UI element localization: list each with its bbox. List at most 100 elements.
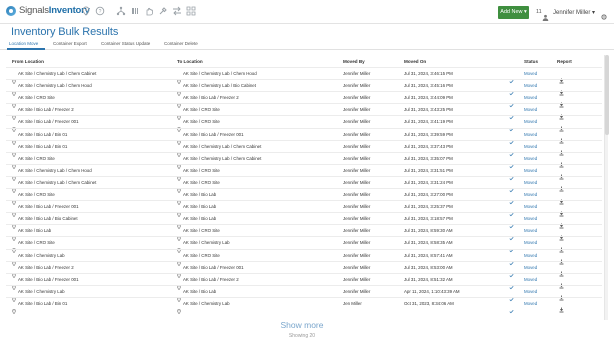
tab-location-move[interactable]: Location Move (9, 41, 38, 46)
moved-on: Jul 31, 2024, 3:27:00 PM (404, 192, 453, 197)
hand-icon[interactable] (144, 6, 154, 16)
table-row[interactable]: AK Site / Bio Lab / Freezer 2 AK Site / C… (6, 103, 602, 121)
check-icon (509, 83, 514, 96)
table-row[interactable]: AK Site / Chemistry Lab / Chem Hood AK Si… (6, 163, 602, 181)
location-icon[interactable] (81, 6, 91, 16)
tab-container-status-update[interactable]: Container Status Update (101, 41, 150, 46)
status-moved: Moved (524, 95, 538, 101)
moved-by: Jennifer Miller (343, 155, 371, 161)
moved-on: Jul 31, 2024, 3:35:07 PM (404, 155, 453, 161)
table-row[interactable]: AK Site / CRO Site AK Site / Bio Lab / Fr… (6, 91, 602, 109)
table-row[interactable]: AK Site / CRO Site AK Site / Chemistry La… (6, 151, 602, 169)
to-location-icon (177, 240, 181, 254)
table-row[interactable]: AK Site / Bio Lab / Freezer 001 AK Site /… (6, 115, 602, 133)
table-row[interactable]: AK Site / Bio Lab / Bin 01 AK Site / Bio … (6, 127, 602, 145)
table-row[interactable]: AK Site / Bio Lab / Freezer 2 AK Site / B… (6, 260, 602, 278)
table-row[interactable]: AK Site / Bio Lab / Freezer 001 AK Site /… (6, 200, 602, 218)
table-row[interactable]: AK Site / Bio Lab / Bio Cabinet AK Site /… (6, 212, 602, 230)
table-row[interactable]: AK Site / Chemistry Lab / Chem Cabinet AK… (6, 175, 602, 194)
moved-by: Jennifer Miller (343, 83, 371, 89)
column-header-moved-by[interactable]: Moved By (343, 59, 365, 64)
to-location: AK Site / Bio Lab (183, 216, 217, 222)
download-report-icon[interactable] (559, 288, 564, 301)
hierarchy-icon[interactable] (116, 6, 126, 16)
add-new-button[interactable]: Add New ▾ (498, 6, 529, 19)
from-location-icon (12, 119, 16, 133)
tab-container-delete[interactable]: Container Delete (164, 41, 198, 46)
column-header-from[interactable]: From Location (12, 59, 44, 64)
user-menu[interactable]: Jennifer Miller ▾ (553, 9, 595, 16)
download-report-icon[interactable] (559, 83, 564, 95)
download-report-icon[interactable] (559, 95, 564, 108)
download-report-icon[interactable] (559, 167, 564, 180)
tools-icon[interactable] (158, 6, 168, 16)
download-report-icon[interactable] (559, 240, 564, 253)
moved-by: Jennifer Miller (343, 228, 371, 234)
status-moved: Moved (524, 155, 538, 161)
to-location-icon (177, 107, 181, 121)
to-location-icon (177, 71, 181, 85)
moved-on: Jul 31, 2024, 3:37:43 PM (404, 143, 453, 149)
download-report-icon[interactable] (559, 143, 564, 156)
column-header-status[interactable]: Status (524, 59, 538, 64)
moved-by: Jen Miller (343, 300, 362, 306)
download-report-icon[interactable] (559, 179, 564, 192)
table-row[interactable]: AK Site / Chemistry Lab AK Site / CRO Sit… (6, 248, 602, 266)
table-row[interactable]: AK Site / Bio Lab / Bin 01 AK Site / Chem… (6, 139, 602, 157)
table-row[interactable]: AK Site / CRO Site AK Site / Bio Lab Jenni… (6, 188, 602, 206)
from-location-icon (12, 71, 16, 85)
download-report-icon[interactable] (559, 192, 564, 204)
vertical-scrollbar[interactable] (604, 55, 609, 320)
download-report-icon[interactable] (559, 276, 564, 289)
moved-by: Jennifer Miller (343, 264, 371, 270)
table-row[interactable]: AK Site / Chemistry Lab / Chem Hood AK Si… (6, 79, 602, 97)
column-header-to[interactable]: To Location (177, 59, 203, 64)
to-location-icon (177, 216, 181, 230)
scanner-icon[interactable] (130, 6, 140, 16)
to-location: AK Site / CRO Site (183, 119, 220, 125)
tab-container-export[interactable]: Container Export (53, 41, 87, 46)
table-row[interactable]: AK Site / Chemistry Lab AK Site / Bio Lab… (6, 284, 602, 302)
to-location-icon (177, 144, 181, 157)
download-report-icon[interactable] (559, 264, 564, 277)
download-report-icon[interactable] (559, 228, 564, 241)
download-report-icon[interactable] (559, 204, 564, 216)
from-location: AK Site / Chemistry Lab (18, 288, 65, 294)
scrollbar-thumb[interactable] (605, 55, 609, 135)
download-report-icon[interactable] (559, 155, 564, 168)
moved-by: Jennifer Miller (343, 71, 371, 76)
status-moved: Moved (524, 71, 538, 76)
download-report-icon[interactable] (559, 71, 564, 83)
status-moved: Moved (524, 107, 538, 113)
download-report-icon[interactable] (559, 252, 564, 265)
check-icon (509, 289, 514, 302)
table-row[interactable]: AK Site / Bio Lab AK Site / CRO Site Jenni… (6, 224, 602, 242)
brand-prefix: Signals (19, 5, 49, 16)
from-location-icon (12, 301, 16, 315)
download-report-icon[interactable] (559, 131, 564, 144)
table-row[interactable]: AK Site / Bio Lab / Bin 01 AK Site / Chem… (6, 296, 602, 315)
column-header-report[interactable]: Report (557, 59, 572, 64)
table-row[interactable]: AK Site / Chemistry Lab / Chem Cabinet AK… (6, 67, 602, 85)
table-row[interactable]: AK Site / Bio Lab / Freezer 001 AK Site /… (6, 272, 602, 290)
app-logo[interactable]: Signals Inventory (6, 5, 90, 16)
transfer-icon[interactable] (172, 6, 182, 16)
download-report-icon[interactable] (559, 119, 564, 132)
help-icon[interactable]: ? (95, 6, 105, 16)
table-row[interactable]: AK Site / CRO Site AK Site / Chemistry La… (6, 236, 602, 254)
download-report-icon[interactable] (559, 107, 564, 120)
to-location: AK Site / Bio Lab (183, 192, 217, 197)
moved-by: Jennifer Miller (343, 107, 371, 113)
moved-by: Jennifer Miller (343, 143, 371, 149)
column-header-moved-on[interactable]: Moved On (404, 59, 426, 64)
to-location-icon (177, 289, 181, 302)
status-moved: Moved (524, 143, 538, 149)
download-report-icon[interactable] (559, 300, 564, 313)
download-report-icon[interactable] (559, 216, 564, 229)
grid-icon[interactable] (186, 6, 196, 16)
to-location-icon (177, 301, 181, 315)
check-icon (509, 107, 514, 120)
to-location: AK Site / Bio Lab / Freezer 001 (183, 131, 244, 137)
settings-gear-icon[interactable] (600, 8, 608, 20)
show-more-link[interactable]: Show more (0, 320, 604, 330)
